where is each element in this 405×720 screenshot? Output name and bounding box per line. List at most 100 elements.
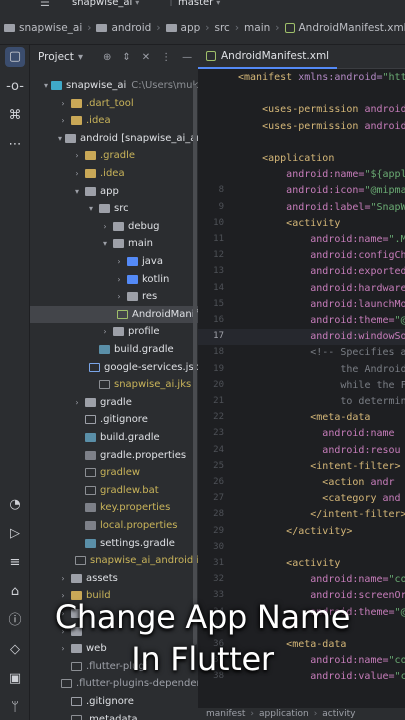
main-menu-icon[interactable]: ☰ (40, 0, 50, 9)
chevron-down-icon[interactable]: ▾ (100, 239, 110, 248)
tree-item-path: C:\Users\muku (131, 80, 198, 91)
tree-item[interactable]: settings.gradle (30, 535, 198, 552)
tree-item[interactable]: .gitignore (30, 693, 198, 710)
tree-item[interactable]: ▾ src (30, 200, 198, 217)
panel-title[interactable]: Project (38, 51, 74, 63)
chevron-down-icon[interactable]: ▾ (58, 134, 62, 143)
code-line: </activity> (238, 526, 352, 537)
more-icon[interactable]: ⋯ (5, 135, 25, 155)
tree-item[interactable]: ▾ main (30, 235, 198, 252)
tree-item[interactable]: › .idea (30, 112, 198, 129)
tree-item[interactable]: gradlew (30, 464, 198, 481)
tree-item[interactable]: › .idea (30, 165, 198, 182)
breadcrumb-item-android[interactable]: android (96, 22, 151, 34)
tree-item[interactable]: gradle.properties (30, 447, 198, 464)
folder-icon (99, 204, 110, 214)
code-crumb-activity[interactable]: activity (322, 709, 355, 719)
tree-item[interactable]: › .dart_tool (30, 95, 198, 112)
chevron-down-icon[interactable]: ▾ (86, 204, 96, 213)
breadcrumb-item-app[interactable]: app (165, 22, 200, 34)
project-selector[interactable]: snapwise_ai ▾ (72, 0, 139, 8)
code-line: <uses-permission android: (238, 121, 405, 132)
todo-icon[interactable]: ≡ (5, 553, 25, 573)
commit-icon[interactable]: -o- (5, 77, 25, 97)
git-icon[interactable]: ᛘ (5, 698, 25, 718)
tree-item[interactable]: snapwise_ai_android.im (30, 552, 198, 569)
chevron-right-icon[interactable]: › (114, 257, 124, 266)
chevron-down-icon: ▾ (216, 0, 221, 7)
breadcrumb-item-project[interactable]: snapwise_ai (4, 22, 82, 34)
performance-icon[interactable]: ◔ (5, 495, 25, 515)
chevron-right-icon[interactable]: › (72, 398, 82, 407)
locate-icon[interactable]: ⊕ (103, 52, 111, 63)
tree-item[interactable]: › .gradle (30, 147, 198, 164)
tree-item[interactable]: ▾ app (30, 183, 198, 200)
tree-item[interactable]: gradlew.bat (30, 482, 198, 499)
tree-item[interactable]: ▾ snapwise_ai C:\Users\muku (30, 77, 198, 94)
tree-item[interactable]: local.properties (30, 517, 198, 534)
structure-icon[interactable]: ⌘ (5, 106, 25, 126)
tree-item[interactable]: google-services.json (30, 359, 198, 376)
chevron-down-icon[interactable]: ▾ (44, 81, 48, 90)
tree-item[interactable]: › kotlin (30, 271, 198, 288)
code-crumb-application[interactable]: application (259, 709, 309, 719)
tree-item-label: key.properties (100, 502, 171, 514)
tree-item[interactable]: › assets (30, 570, 198, 587)
tree-item[interactable]: AndroidManifest.xml (30, 305, 198, 323)
tree-item[interactable]: › gradle (30, 394, 198, 411)
code-token: android:exported= (310, 266, 405, 278)
line-number: 12 (213, 250, 224, 261)
chevron-right-icon: › (156, 21, 161, 34)
chevron-right-icon[interactable]: › (58, 99, 68, 108)
tree-item[interactable]: › java (30, 253, 198, 270)
tree-item[interactable]: snapwise_ai.jks (30, 376, 198, 393)
tree-item[interactable]: › profile (30, 323, 198, 340)
code-crumb-manifest[interactable]: manifest (206, 709, 245, 719)
folder-icon (96, 23, 108, 32)
tree-item[interactable]: › debug (30, 218, 198, 235)
tree-item[interactable]: key.properties (30, 499, 198, 516)
breadcrumb-item-main[interactable]: main (244, 22, 270, 34)
tree-scrollbar[interactable] (193, 85, 197, 645)
tree-item[interactable]: .metadata (30, 711, 198, 720)
chevron-right-icon[interactable]: › (100, 222, 110, 231)
code-token: "http (382, 72, 405, 83)
chevron-right-icon[interactable]: › (72, 169, 82, 178)
minimize-icon[interactable]: — (182, 52, 192, 63)
branch-selector[interactable]: ᛘ master ▾ (168, 0, 220, 8)
collapse-icon[interactable]: ⇕ (122, 52, 130, 63)
chevron-right-icon[interactable]: › (72, 151, 82, 160)
chevron-right-icon[interactable]: › (114, 275, 124, 284)
tree-item[interactable]: .gitignore (30, 411, 198, 428)
chevron-down-icon[interactable]: ▾ (78, 52, 83, 63)
tree-item[interactable]: ▾ android [snapwise_ai_andr (30, 130, 198, 147)
json-file-icon (89, 362, 100, 372)
code-token: "@mipmap (364, 185, 405, 197)
tree-item-label: src (114, 203, 129, 215)
breadcrumb-item-manifest[interactable]: AndroidManifest.xml (284, 22, 405, 34)
code-line: android:name="${appli (238, 169, 405, 180)
run-icon[interactable]: ▷ (5, 524, 25, 544)
line-number: 9 (218, 201, 224, 212)
tree-item[interactable]: build.gradle (30, 341, 198, 358)
tab-android-manifest[interactable]: AndroidManifest.xml (198, 45, 338, 69)
code-token: android:theme= (310, 315, 395, 326)
chevron-right-icon[interactable]: › (114, 292, 124, 301)
chevron-right-icon: › (87, 21, 92, 34)
folder-icon (4, 23, 15, 32)
tree-item[interactable]: › res (30, 288, 198, 305)
options-icon[interactable]: ⋮ (161, 52, 171, 63)
tree-item[interactable]: build.gradle (30, 429, 198, 446)
close-icon[interactable]: ✕ (142, 52, 150, 63)
chevron-down-icon[interactable]: ▾ (72, 187, 82, 196)
code-line: while the F (238, 380, 405, 391)
tree-item-label: android [snapwise_ai_andr (80, 132, 198, 144)
chevron-right-icon[interactable]: › (100, 327, 110, 336)
project-folder-icon[interactable]: ▢ (5, 47, 25, 67)
code-line: android:theme="@ (238, 315, 405, 326)
breadcrumb-item-src[interactable]: src (215, 22, 230, 34)
chevron-right-icon[interactable]: › (58, 116, 68, 125)
chevron-right-icon[interactable]: › (58, 574, 68, 583)
